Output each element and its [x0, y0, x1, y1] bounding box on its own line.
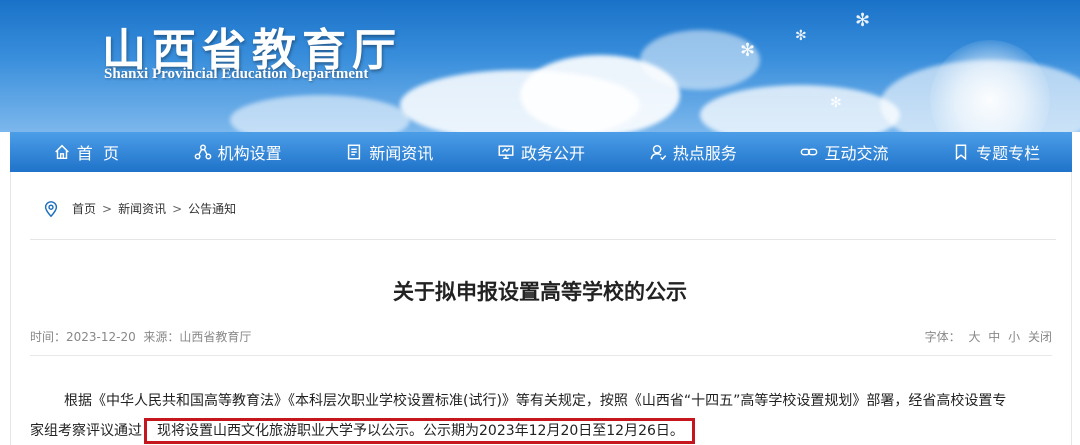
nav-item-hot-services[interactable]: 热点服务 [617, 132, 769, 172]
cloud [230, 95, 410, 132]
seed-icon: ✻ [795, 28, 807, 44]
seed-icon: ✻ [740, 40, 756, 61]
document-icon [348, 144, 361, 160]
nav-label: 新闻资讯 [369, 144, 434, 163]
nav-item-organization[interactable]: 机构设置 [162, 132, 314, 172]
nav-label: 互动交流 [824, 144, 889, 163]
nav-label: 政务公开 [521, 144, 586, 163]
breadcrumb-news-link[interactable]: 新闻资讯 [118, 200, 166, 217]
seed-icon: ✻ [855, 10, 871, 31]
divider [30, 355, 1052, 356]
site-logo-subtitle: Shanxi Provincial Education Department [104, 66, 369, 82]
breadcrumb-separator: > [102, 201, 113, 216]
article-date-source: 时间：2023-12-20 来源：山西省教育厅 [30, 330, 252, 344]
font-medium-button[interactable]: 中 [988, 330, 1000, 344]
font-size-label: 字体： [924, 330, 961, 344]
nav-label: 机构设置 [217, 144, 282, 163]
seed-icon: ✻ [830, 95, 842, 111]
font-small-button[interactable]: 小 [1008, 330, 1020, 344]
bookmark-icon [955, 144, 967, 161]
breadcrumb-home-link[interactable]: 首页 [72, 200, 96, 217]
nav-label: 专题专栏 [976, 144, 1041, 163]
nav-item-special-topics[interactable]: 专题专栏 [920, 132, 1072, 172]
cloud [700, 85, 900, 132]
nav-label: 首 页 [76, 144, 119, 163]
font-large-button[interactable]: 大 [968, 330, 980, 344]
article-text: 家组考察评议通过 [30, 423, 142, 439]
header-banner: ✻ ✻ ✻ ✻ 山西省教育厅 Shanxi Provincial Educati… [0, 0, 1080, 132]
article-paragraph-line: 家组考察评议通过 现将设置山西文化旅游职业大学予以公示。公示期为2023年12月2… [30, 416, 1050, 445]
home-icon [54, 144, 69, 160]
organization-icon [194, 144, 211, 160]
user-service-icon [650, 144, 666, 161]
breadcrumb-separator: > [172, 201, 183, 216]
nav-item-news[interactable]: 新闻资讯 [313, 132, 465, 172]
article-body: 根据《中华人民共和国高等教育法》《本科层次职业学校设置标准(试行)》等有关规定，… [30, 386, 1050, 445]
breadcrumb: 首页 > 新闻资讯 > 公告通知 [30, 178, 1056, 240]
close-button[interactable]: 关闭 [1028, 330, 1052, 344]
dandelion-image [930, 40, 1050, 132]
nav-label: 热点服务 [672, 144, 737, 163]
font-size-controls: 字体： 大 中 小 关闭 [925, 328, 1052, 345]
article-paragraph-line: 根据《中华人民共和国高等教育法》《本科层次职业学校设置标准(试行)》等有关规定，… [64, 393, 1007, 409]
monitor-icon [498, 145, 514, 160]
breadcrumb-announcements-link[interactable]: 公告通知 [188, 200, 236, 217]
article-meta: 时间：2023-12-20 来源：山西省教育厅 字体： 大 中 小 关闭 [30, 328, 1052, 346]
highlighted-announcement: 现将设置山西文化旅游职业大学予以公示。公示期为2023年12月20日至12月26… [144, 418, 695, 444]
location-pin-icon [44, 200, 58, 217]
article-title: 关于拟申报设置高等学校的公示 [393, 280, 687, 304]
nav-item-government-affairs[interactable]: 政务公开 [465, 132, 617, 172]
nav-item-interaction[interactable]: 互动交流 [769, 132, 921, 172]
main-nav: 首 页 机构设置 新闻资讯 政务公开 热点服务 互动交流 专题专栏 [10, 132, 1072, 172]
nav-item-home[interactable]: 首 页 [10, 132, 162, 172]
link-icon [801, 148, 818, 156]
